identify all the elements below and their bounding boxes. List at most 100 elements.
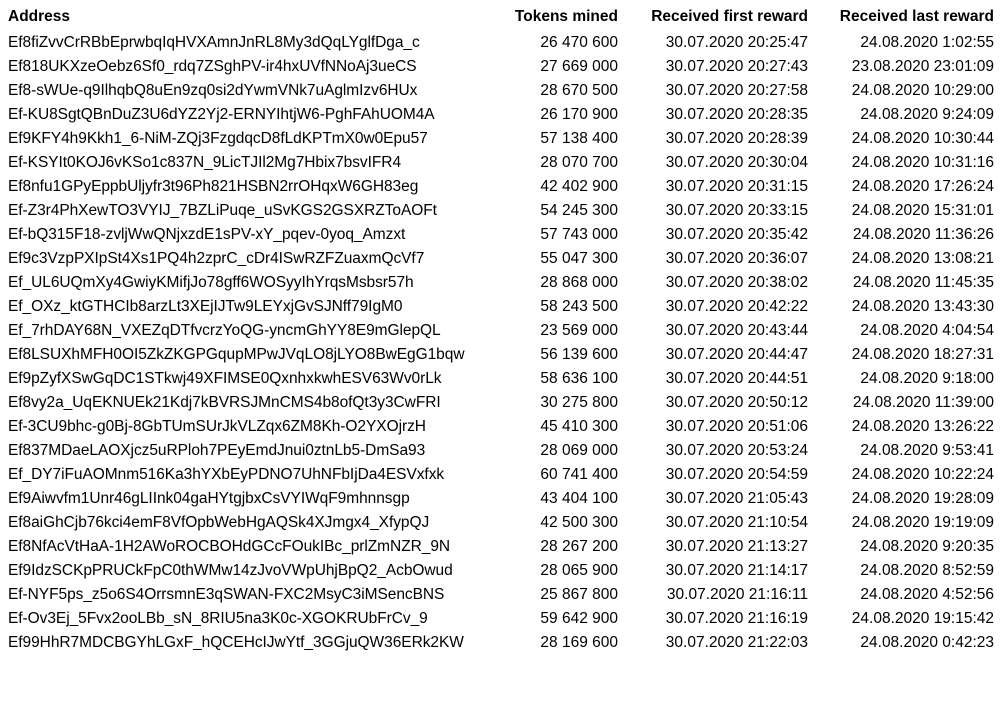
- cell-received-first-reward: 30.07.2020 21:10:54: [665, 514, 808, 531]
- column-header-address[interactable]: Address: [8, 4, 496, 31]
- cell-address: Ef837MDaeLAOXjcz5uRPloh7PEyEmdJnui0ztnLb…: [8, 442, 426, 459]
- cell-received-last-reward: 23.08.2020 23:01:09: [851, 58, 994, 75]
- table-row[interactable]: Ef-KU8SgtQBnDuZ3U6dYZ2Yj2-ERNYIhtjW6-Pgh…: [8, 103, 994, 127]
- cell-tokens-mined: 25 867 800: [540, 586, 618, 603]
- cell-received-last-reward: 24.08.2020 10:31:16: [851, 154, 994, 171]
- table-row[interactable]: Ef99HhR7MDCBGYhLGxF_hQCEHcIJwYtf_3GGjuQW…: [8, 631, 994, 655]
- cell-address: Ef9pZyfXSwGqDC1STkwj49XFIMSE0QxnhxkwhESV…: [8, 370, 442, 387]
- table-row[interactable]: Ef8NfAcVtHaA-1H2AWoROCBOHdGCcFOukIBc_prl…: [8, 535, 994, 559]
- table-row[interactable]: Ef8fiZvvCrRBbEprwbqIqHVXAmnJnRL8My3dQqLY…: [8, 31, 994, 55]
- cell-received-last-reward: 24.08.2020 19:19:09: [851, 514, 994, 531]
- cell-received-last-reward: 24.08.2020 13:26:22: [851, 418, 994, 435]
- cell-received-first-reward: 30.07.2020 21:13:27: [665, 538, 808, 555]
- cell-address: Ef9KFY4h9Kkh1_6-NiM-ZQj3FzgdqcD8fLdKPTmX…: [8, 130, 428, 147]
- column-header-received-first-reward[interactable]: Received first reward: [618, 4, 808, 31]
- cell-received-last-reward: 24.08.2020 1:02:55: [860, 34, 994, 51]
- mining-table-sheet: Address Tokens mined Received first rewa…: [0, 0, 1000, 708]
- cell-address: Ef_OXz_ktGTHCIb8arzLt3XEjIJTw9LEYxjGvSJN…: [8, 298, 403, 315]
- cell-received-first-reward: 30.07.2020 20:35:42: [665, 226, 808, 243]
- table-row[interactable]: Ef9c3VzpPXIpSt4Xs1PQ4h2zprC_cDr4ISwRZFZu…: [8, 247, 994, 271]
- column-header-received-last-reward[interactable]: Received last reward: [808, 4, 994, 31]
- table-row[interactable]: Ef-bQ315F18-zvljWwQNjxzdE1sPV-xY_pqev-0y…: [8, 223, 994, 247]
- cell-tokens-mined: 28 070 700: [540, 154, 618, 171]
- cell-received-first-reward: 30.07.2020 20:33:15: [665, 202, 808, 219]
- cell-received-first-reward: 30.07.2020 21:16:11: [666, 586, 808, 603]
- table-row[interactable]: Ef8LSUXhMFH0OI5ZkZKGPGqupMPwJVqLO8jLYO8B…: [8, 343, 994, 367]
- cell-address: Ef-NYF5ps_z5o6S4OrrsmnE3qSWAN-FXC2MsyC3i…: [8, 586, 445, 603]
- cell-address: Ef-Ov3Ej_5Fvx2ooLBb_sN_8RIU5na3K0c-XGOKR…: [8, 610, 428, 627]
- table-row[interactable]: Ef_DY7iFuAOMnm516Ka3hYXbEyPDNO7UhNFbIjDa…: [8, 463, 994, 487]
- table-row[interactable]: Ef8-sWUe-q9IlhqbQ8uEn9zq0si2dYwmVNk7uAgl…: [8, 79, 994, 103]
- table-row[interactable]: Ef-NYF5ps_z5o6S4OrrsmnE3qSWAN-FXC2MsyC3i…: [8, 583, 994, 607]
- cell-received-first-reward: 30.07.2020 20:43:44: [665, 322, 808, 339]
- cell-tokens-mined: 57 743 000: [540, 226, 618, 243]
- cell-address: Ef_DY7iFuAOMnm516Ka3hYXbEyPDNO7UhNFbIjDa…: [8, 466, 445, 483]
- cell-received-last-reward: 24.08.2020 11:39:00: [852, 394, 994, 411]
- cell-tokens-mined: 23 569 000: [540, 322, 618, 339]
- table-row[interactable]: Ef8nfu1GPyEppbUljyfr3t96Ph821HSBN2rrOHqx…: [8, 175, 994, 199]
- cell-received-first-reward: 30.07.2020 21:22:03: [665, 634, 808, 651]
- cell-received-first-reward: 30.07.2020 20:25:47: [665, 34, 808, 51]
- cell-received-last-reward: 24.08.2020 9:18:00: [860, 370, 994, 387]
- cell-received-last-reward: 24.08.2020 17:26:24: [851, 178, 994, 195]
- cell-received-last-reward: 24.08.2020 9:20:35: [860, 538, 994, 555]
- cell-tokens-mined: 28 169 600: [540, 634, 618, 651]
- table-row[interactable]: Ef8vy2a_UqEKNUEk21Kdj7kBVRSJMnCMS4b8ofQt…: [8, 391, 994, 415]
- cell-received-first-reward: 30.07.2020 20:44:47: [665, 346, 808, 363]
- table-row[interactable]: Ef-KSYIt0KOJ6vKSo1c837N_9LicTJIl2Mg7Hbix…: [8, 151, 994, 175]
- cell-address: Ef9Aiwvfm1Unr46gLIInk04gaHYtgjbxCsVYIWqF…: [8, 490, 410, 507]
- table-body: Ef8fiZvvCrRBbEprwbqIqHVXAmnJnRL8My3dQqLY…: [8, 31, 994, 655]
- table-row[interactable]: Ef9pZyfXSwGqDC1STkwj49XFIMSE0QxnhxkwhESV…: [8, 367, 994, 391]
- cell-tokens-mined: 28 670 500: [540, 82, 618, 99]
- cell-tokens-mined: 60 741 400: [540, 466, 618, 483]
- cell-received-last-reward: 24.08.2020 19:28:09: [851, 490, 994, 507]
- cell-tokens-mined: 58 243 500: [540, 298, 618, 315]
- cell-tokens-mined: 30 275 800: [540, 394, 618, 411]
- cell-tokens-mined: 58 636 100: [540, 370, 618, 387]
- cell-tokens-mined: 59 642 900: [540, 610, 618, 627]
- cell-received-last-reward: 24.08.2020 4:52:56: [860, 586, 994, 603]
- cell-tokens-mined: 56 139 600: [540, 346, 618, 363]
- cell-tokens-mined: 26 470 600: [540, 34, 618, 51]
- cell-received-last-reward: 24.08.2020 8:52:59: [860, 562, 994, 579]
- cell-received-first-reward: 30.07.2020 20:27:43: [665, 58, 808, 75]
- table-row[interactable]: Ef9KFY4h9Kkh1_6-NiM-ZQj3FzgdqcD8fLdKPTmX…: [8, 127, 994, 151]
- cell-address: Ef8nfu1GPyEppbUljyfr3t96Ph821HSBN2rrOHqx…: [8, 178, 419, 195]
- cell-tokens-mined: 42 402 900: [540, 178, 618, 195]
- table-row[interactable]: Ef_UL6UQmXy4GwiyKMifjJo78gff6WOSyyIhYrqs…: [8, 271, 994, 295]
- cell-received-first-reward: 30.07.2020 20:44:51: [665, 370, 808, 387]
- table-header: Address Tokens mined Received first rewa…: [8, 4, 994, 31]
- table-row[interactable]: Ef_7rhDAY68N_VXEZqDTfvcrzYoQG-yncmGhYY8E…: [8, 319, 994, 343]
- table-row[interactable]: Ef8aiGhCjb76kci4emF8VfOpbWebHgAQSk4XJmgx…: [8, 511, 994, 535]
- cell-received-first-reward: 30.07.2020 20:54:59: [665, 466, 808, 483]
- cell-received-last-reward: 24.08.2020 9:24:09: [860, 106, 994, 123]
- cell-received-first-reward: 30.07.2020 20:28:35: [665, 106, 808, 123]
- table-row[interactable]: Ef818UKXzeOebz6Sf0_rdq7ZSghPV-ir4hxUVfNN…: [8, 55, 994, 79]
- table-row[interactable]: Ef-Z3r4PhXewTO3VYIJ_7BZLiPuqe_uSvKGS2GSX…: [8, 199, 994, 223]
- cell-received-last-reward: 24.08.2020 10:22:24: [851, 466, 994, 483]
- table-row[interactable]: Ef9Aiwvfm1Unr46gLIInk04gaHYtgjbxCsVYIWqF…: [8, 487, 994, 511]
- cell-address: Ef8aiGhCjb76kci4emF8VfOpbWebHgAQSk4XJmgx…: [8, 514, 430, 531]
- cell-received-last-reward: 24.08.2020 15:31:01: [851, 202, 994, 219]
- table-row[interactable]: Ef837MDaeLAOXjcz5uRPloh7PEyEmdJnui0ztnLb…: [8, 439, 994, 463]
- cell-address: Ef-KSYIt0KOJ6vKSo1c837N_9LicTJIl2Mg7Hbix…: [8, 154, 402, 171]
- cell-address: Ef8-sWUe-q9IlhqbQ8uEn9zq0si2dYwmVNk7uAgl…: [8, 82, 418, 99]
- cell-received-first-reward: 30.07.2020 20:36:07: [665, 250, 808, 267]
- cell-received-last-reward: 24.08.2020 4:04:54: [860, 322, 994, 339]
- table-row[interactable]: Ef-3CU9bhc-g0Bj-8GbTUmSUrJkVLZqx6ZM8Kh-O…: [8, 415, 994, 439]
- cell-received-first-reward: 30.07.2020 20:30:04: [665, 154, 808, 171]
- table-row[interactable]: Ef9IdzSCKpPRUCkFpC0thWMw14zJvoVWpUhjBpQ2…: [8, 559, 994, 583]
- cell-address: Ef-Z3r4PhXewTO3VYIJ_7BZLiPuqe_uSvKGS2GSX…: [8, 202, 437, 219]
- table-row[interactable]: Ef_OXz_ktGTHCIb8arzLt3XEjIJTw9LEYxjGvSJN…: [8, 295, 994, 319]
- cell-received-last-reward: 24.08.2020 18:27:31: [851, 346, 994, 363]
- cell-address: Ef_UL6UQmXy4GwiyKMifjJo78gff6WOSyyIhYrqs…: [8, 274, 414, 291]
- cell-received-first-reward: 30.07.2020 21:14:17: [665, 562, 808, 579]
- cell-received-last-reward: 24.08.2020 19:15:42: [851, 610, 994, 627]
- cell-received-last-reward: 24.08.2020 9:53:41: [860, 442, 994, 459]
- table-header-row: Address Tokens mined Received first rewa…: [8, 4, 994, 31]
- cell-tokens-mined: 42 500 300: [540, 514, 618, 531]
- column-header-tokens-mined[interactable]: Tokens mined: [496, 4, 618, 31]
- cell-tokens-mined: 57 138 400: [540, 130, 618, 147]
- table-row[interactable]: Ef-Ov3Ej_5Fvx2ooLBb_sN_8RIU5na3K0c-XGOKR…: [8, 607, 994, 631]
- cell-address: Ef9IdzSCKpPRUCkFpC0thWMw14zJvoVWpUhjBpQ2…: [8, 562, 453, 579]
